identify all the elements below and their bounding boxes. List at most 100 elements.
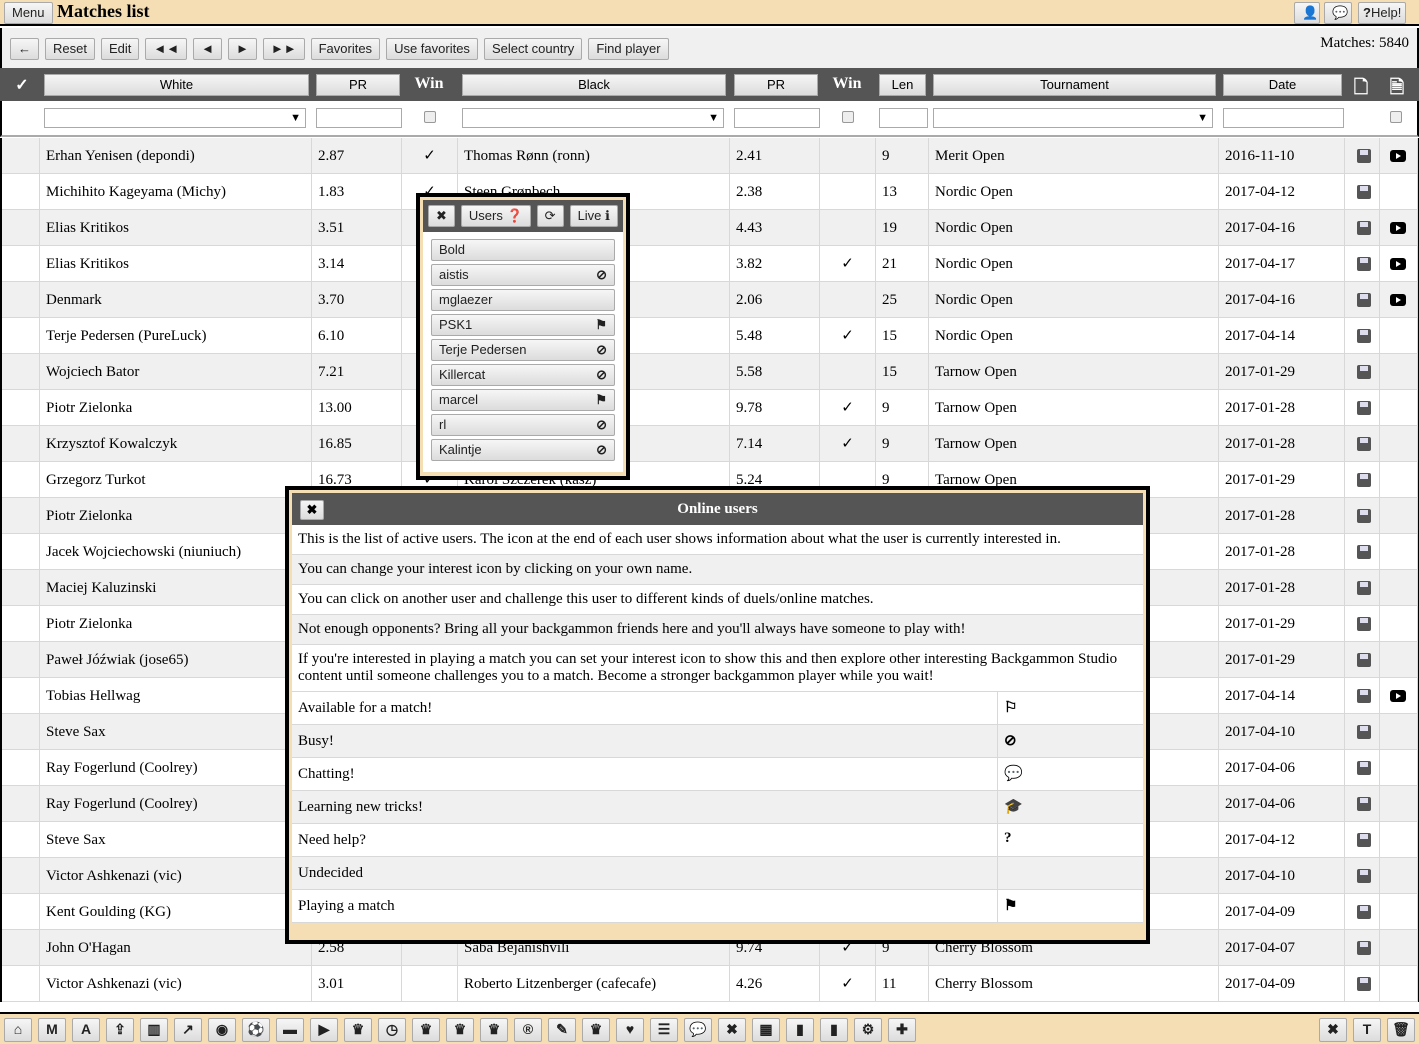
refresh-icon[interactable]: ⟳ bbox=[536, 205, 564, 227]
dl-cell[interactable] bbox=[1345, 750, 1380, 786]
dl-cell[interactable] bbox=[1345, 174, 1380, 210]
save-icon[interactable] bbox=[1357, 185, 1371, 199]
bottom-tool-button[interactable]: ▮ bbox=[786, 1018, 814, 1042]
dl-cell[interactable] bbox=[1345, 246, 1380, 282]
table-row[interactable]: Elias Kritikos 3.51 4.43 19 Nordic Open 2017-… bbox=[2, 210, 1418, 246]
dl-cell[interactable] bbox=[1345, 534, 1380, 570]
video-filter-checkbox[interactable] bbox=[1390, 111, 1402, 123]
bottom-tool-button[interactable]: A bbox=[72, 1018, 100, 1042]
dl-cell[interactable] bbox=[1345, 390, 1380, 426]
table-row[interactable]: Erhan Yenisen (depondi) 2.87 ✓ Thomas Rønn … bbox=[2, 138, 1418, 174]
user-icon[interactable]: 👤 bbox=[1294, 2, 1320, 24]
bottom-tool-button[interactable]: ▬ bbox=[276, 1018, 304, 1042]
bottom-tool-button[interactable]: ▥ bbox=[140, 1018, 168, 1042]
toolbar-button[interactable]: Edit bbox=[100, 38, 140, 60]
sort-pr-black[interactable]: PR bbox=[734, 74, 818, 96]
bottom-right-button[interactable]: ✖ bbox=[1319, 1018, 1347, 1042]
video-icon[interactable] bbox=[1390, 222, 1406, 234]
toolbar-button[interactable]: ► bbox=[227, 38, 257, 60]
interest-option[interactable]: Chatting! 💬 bbox=[292, 758, 1143, 791]
pr-white-filter[interactable] bbox=[316, 108, 402, 128]
sort-pr-white[interactable]: PR bbox=[316, 74, 400, 96]
interest-option[interactable]: Busy! ⊘ bbox=[292, 725, 1143, 758]
user-item[interactable]: Bold bbox=[431, 239, 615, 261]
bottom-tool-button[interactable]: ♛ bbox=[446, 1018, 474, 1042]
interest-option[interactable]: Available for a match! ⚐ bbox=[292, 692, 1143, 725]
users-button[interactable]: Users ❓ bbox=[460, 205, 531, 227]
save-icon[interactable] bbox=[1357, 905, 1371, 919]
save-icon[interactable] bbox=[1357, 761, 1371, 775]
user-item[interactable]: marcel ⚑ bbox=[431, 389, 615, 411]
close-users-button[interactable]: ✖ bbox=[428, 205, 455, 227]
chat-icon[interactable]: 💬 bbox=[1324, 2, 1352, 24]
dl-cell[interactable] bbox=[1345, 858, 1380, 894]
bottom-tool-button[interactable]: ♛ bbox=[582, 1018, 610, 1042]
white-filter-select[interactable]: ▼ bbox=[44, 108, 306, 128]
help-button[interactable]: ?Help! bbox=[1358, 2, 1407, 24]
bottom-tool-button[interactable]: M bbox=[38, 1018, 66, 1042]
dl-cell[interactable] bbox=[1345, 210, 1380, 246]
sort-date[interactable]: Date bbox=[1223, 74, 1342, 96]
bottom-tool-button[interactable]: ⚽ bbox=[242, 1018, 270, 1042]
bottom-tool-button[interactable]: ✖ bbox=[718, 1018, 746, 1042]
dl-cell[interactable] bbox=[1345, 966, 1380, 1002]
win-white-header[interactable]: Win bbox=[406, 73, 452, 95]
table-row[interactable]: Krzysztof Kowalczyk 16.85 7.14 ✓ 9 Tarnow Ope… bbox=[2, 426, 1418, 462]
dl-cell[interactable] bbox=[1345, 894, 1380, 930]
bottom-right-button[interactable]: T bbox=[1353, 1018, 1381, 1042]
toolbar-button[interactable]: ◄ bbox=[193, 38, 222, 60]
save-icon[interactable] bbox=[1357, 941, 1371, 955]
bottom-tool-button[interactable]: ▦ bbox=[752, 1018, 780, 1042]
save-icon[interactable] bbox=[1357, 581, 1371, 595]
toolbar-button[interactable]: Favorites bbox=[310, 38, 381, 60]
video-icon[interactable] bbox=[1390, 150, 1406, 162]
save-icon[interactable] bbox=[1357, 689, 1371, 703]
win-black-header[interactable]: Win bbox=[824, 73, 870, 95]
save-icon[interactable] bbox=[1357, 293, 1371, 307]
live-button[interactable]: Live ℹ bbox=[569, 205, 618, 227]
table-row[interactable]: Wojciech Bator 7.21 5.58 15 Tarnow Open 2017-… bbox=[2, 354, 1418, 390]
bottom-tool-button[interactable]: ® bbox=[514, 1018, 542, 1042]
bottom-tool-button[interactable]: ♛ bbox=[412, 1018, 440, 1042]
date-filter[interactable] bbox=[1223, 108, 1344, 128]
save-icon[interactable] bbox=[1357, 329, 1371, 343]
file-icon[interactable]: 🗋 bbox=[1352, 73, 1370, 97]
user-item[interactable]: rl ⊘ bbox=[431, 414, 615, 436]
dl-cell[interactable] bbox=[1345, 570, 1380, 606]
interest-option[interactable]: Learning new tricks! 🎓 bbox=[292, 791, 1143, 824]
table-row[interactable]: Denmark 3.70 2.06 25 Nordic Open 2017-04-16 bbox=[2, 282, 1418, 318]
save-icon[interactable] bbox=[1357, 401, 1371, 415]
bottom-tool-button[interactable]: ⚙ bbox=[854, 1018, 882, 1042]
sort-white[interactable]: White bbox=[44, 74, 309, 96]
bottom-right-button[interactable]: 🗑 bbox=[1387, 1018, 1415, 1042]
save-icon[interactable] bbox=[1357, 221, 1371, 235]
back-button[interactable]: ← bbox=[10, 38, 39, 60]
save-icon[interactable] bbox=[1357, 617, 1371, 631]
win-black-filter-checkbox[interactable] bbox=[842, 111, 854, 123]
interest-option[interactable]: Need help?? bbox=[292, 824, 1143, 857]
bottom-tool-button[interactable]: ♛ bbox=[344, 1018, 372, 1042]
bottom-tool-button[interactable]: ⇪ bbox=[106, 1018, 134, 1042]
dl-cell[interactable] bbox=[1345, 318, 1380, 354]
user-item[interactable]: aistis ⊘ bbox=[431, 264, 615, 286]
bottom-tool-button[interactable]: ✎ bbox=[548, 1018, 576, 1042]
interest-option[interactable]: Undecided bbox=[292, 857, 1143, 890]
toolbar-button[interactable]: ◄◄ bbox=[145, 38, 188, 60]
len-filter[interactable] bbox=[879, 108, 928, 128]
dl-cell[interactable] bbox=[1345, 498, 1380, 534]
user-item[interactable]: Killercat ⊘ bbox=[431, 364, 615, 386]
toolbar-button[interactable]: ►► bbox=[262, 38, 305, 60]
save-icon[interactable] bbox=[1357, 869, 1371, 883]
select-all-check[interactable]: ✓ bbox=[12, 73, 32, 95]
bottom-tool-button[interactable]: ♥ bbox=[616, 1018, 644, 1042]
sort-len[interactable]: Len bbox=[879, 74, 926, 96]
toolbar-button[interactable]: Select country bbox=[483, 38, 583, 60]
sort-black[interactable]: Black bbox=[462, 74, 726, 96]
dl-cell[interactable] bbox=[1345, 426, 1380, 462]
bottom-tool-button[interactable]: ⌂ bbox=[4, 1018, 32, 1042]
user-item[interactable]: Kalintje ⊘ bbox=[431, 439, 615, 461]
save-icon[interactable] bbox=[1357, 653, 1371, 667]
save-icon[interactable] bbox=[1357, 365, 1371, 379]
dl-cell[interactable] bbox=[1345, 462, 1380, 498]
pr-black-filter[interactable] bbox=[734, 108, 820, 128]
